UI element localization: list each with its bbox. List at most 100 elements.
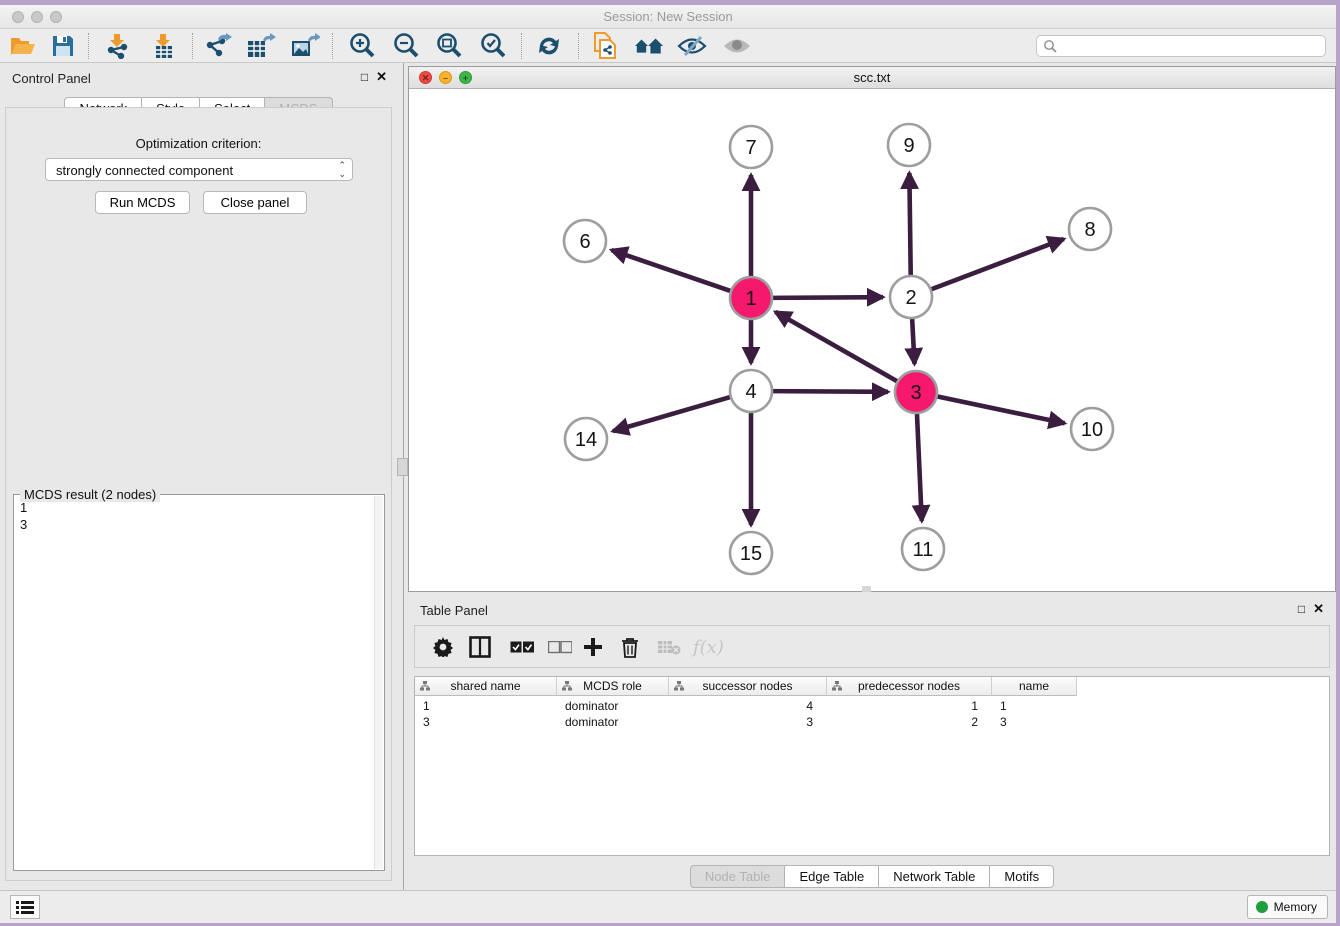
- result-scrollbar[interactable]: [374, 496, 383, 869]
- node-1[interactable]: 1: [730, 277, 772, 319]
- table-cell[interactable]: 3: [415, 714, 557, 730]
- gear-icon[interactable]: [433, 633, 453, 661]
- table-cell[interactable]: 3: [992, 714, 1077, 730]
- zoom-selected-icon[interactable]: [478, 32, 508, 60]
- node-8[interactable]: 8: [1069, 208, 1111, 250]
- network-graph-canvas[interactable]: 7 9 6 8 1 2 4 3 14 10 15 11: [409, 89, 1337, 593]
- node-10[interactable]: 10: [1071, 408, 1113, 450]
- memory-label: Memory: [1274, 900, 1317, 914]
- import-table-icon[interactable]: [148, 32, 178, 60]
- edge-2-3[interactable]: [912, 316, 915, 364]
- dropdown-stepper-icon: ⌃⌄: [338, 161, 346, 179]
- edge-2-9[interactable]: [909, 173, 910, 278]
- memory-button[interactable]: Memory: [1247, 895, 1328, 919]
- zoom-in-icon[interactable]: [347, 32, 377, 60]
- close-table-panel-icon[interactable]: ✕: [1313, 601, 1324, 617]
- edge-1-2[interactable]: [770, 297, 883, 298]
- node-11[interactable]: 11: [902, 528, 944, 570]
- network-view-window: ✕ – + scc.txt 7 9 6 8 1 2 4 3 14 10 15 11: [408, 66, 1336, 592]
- criterion-dropdown-value: strongly connected component: [56, 163, 233, 178]
- tab-edge-table[interactable]: Edge Table: [785, 865, 879, 888]
- column-header-MCDS-role[interactable]: MCDS role: [557, 677, 669, 696]
- export-network-icon[interactable]: [203, 32, 233, 60]
- table-row[interactable]: 1dominator411: [415, 698, 1077, 714]
- canvas-scroll-thumb[interactable]: [862, 586, 871, 592]
- home-icon[interactable]: [634, 32, 664, 60]
- edge-3-11[interactable]: [917, 411, 922, 521]
- edge-2-8[interactable]: [929, 239, 1064, 290]
- close-panel-icon[interactable]: ✕: [376, 69, 387, 85]
- tab-node-table[interactable]: Node Table: [690, 865, 786, 888]
- open-folder-icon[interactable]: [8, 32, 38, 60]
- export-image-icon[interactable]: [290, 32, 320, 60]
- memory-status-icon: [1256, 901, 1268, 913]
- edge-1-6[interactable]: [611, 250, 733, 292]
- run-mcds-button[interactable]: Run MCDS: [95, 191, 190, 214]
- table-cell[interactable]: 1: [992, 698, 1077, 714]
- network-window-titlebar[interactable]: ✕ – + scc.txt: [409, 67, 1335, 89]
- table-cell[interactable]: 1: [415, 698, 557, 714]
- edge-3-1[interactable]: [775, 312, 899, 383]
- node-6[interactable]: 6: [564, 220, 606, 262]
- toolbar-separator: [578, 33, 579, 59]
- node-9[interactable]: 9: [888, 124, 930, 166]
- column-header-name[interactable]: name: [992, 677, 1077, 696]
- node-3[interactable]: 3: [895, 371, 937, 413]
- table-cell[interactable]: 1: [827, 698, 992, 714]
- table-row[interactable]: 3dominator323: [415, 714, 1077, 730]
- column-header-successor-nodes[interactable]: successor nodes: [669, 677, 827, 696]
- criterion-dropdown[interactable]: strongly connected component ⌃⌄: [45, 158, 353, 181]
- import-network-icon[interactable]: [102, 32, 132, 60]
- divider-handle[interactable]: [397, 458, 408, 476]
- float-table-panel-icon[interactable]: □: [1298, 602, 1305, 616]
- refresh-icon[interactable]: [534, 32, 564, 60]
- duplicate-network-icon[interactable]: [590, 32, 620, 60]
- list-icon: [16, 900, 34, 914]
- column-header-shared-name[interactable]: shared name: [415, 677, 557, 696]
- mcds-result-box: MCDS result (2 nodes) 1 3: [13, 494, 385, 871]
- mcds-result-text[interactable]: 1 3: [20, 499, 374, 868]
- task-history-button[interactable]: [10, 895, 40, 919]
- tab-network-table[interactable]: Network Table: [879, 865, 990, 888]
- table-cell[interactable]: dominator: [557, 698, 669, 714]
- control-panel: Control Panel □ ✕ NetworkStyleSelectMCDS…: [0, 63, 397, 890]
- save-icon[interactable]: [48, 32, 78, 60]
- table-cell[interactable]: 4: [669, 698, 827, 714]
- columns-icon[interactable]: [469, 633, 491, 661]
- close-panel-button[interactable]: Close panel: [203, 191, 307, 214]
- float-panel-icon[interactable]: □: [361, 70, 368, 84]
- node-4[interactable]: 4: [730, 370, 772, 412]
- zoom-out-icon[interactable]: [391, 32, 421, 60]
- table-panel: Table Panel □ ✕: [408, 598, 1336, 890]
- column-header-predecessor-nodes[interactable]: predecessor nodes: [827, 677, 992, 696]
- delete-table-icon: [657, 633, 681, 661]
- export-table-icon[interactable]: [246, 32, 276, 60]
- search-input[interactable]: [1063, 37, 1321, 55]
- search-icon: [1043, 39, 1057, 58]
- app-window: Session: New Session: [0, 5, 1336, 923]
- edge-3-10[interactable]: [935, 396, 1065, 423]
- select-all-icon[interactable]: [510, 633, 534, 661]
- tab-motifs[interactable]: Motifs: [990, 865, 1054, 888]
- trash-icon[interactable]: [621, 633, 639, 661]
- node-2[interactable]: 2: [890, 276, 932, 318]
- hide-icon[interactable]: [677, 32, 707, 60]
- edge-4-14[interactable]: [613, 396, 733, 431]
- svg-text:3: 3: [910, 382, 921, 404]
- zoom-fit-icon[interactable]: [434, 32, 464, 60]
- table-tabs: Node TableEdge TableNetwork TableMotifs: [408, 865, 1336, 888]
- table-cell[interactable]: dominator: [557, 714, 669, 730]
- node-14[interactable]: 14: [565, 418, 607, 460]
- table-cell[interactable]: 2: [827, 714, 992, 730]
- status-bar: Memory: [0, 890, 1336, 923]
- control-panel-buttons: □ ✕: [361, 69, 387, 85]
- deselect-all-icon[interactable]: [548, 633, 572, 661]
- function-builder-label: f(x): [693, 637, 724, 658]
- show-icon[interactable]: [722, 32, 752, 60]
- node-7[interactable]: 7: [730, 126, 772, 168]
- node-15[interactable]: 15: [730, 532, 772, 574]
- edge-4-3[interactable]: [770, 391, 888, 392]
- table-cell[interactable]: 3: [669, 714, 827, 730]
- search-field[interactable]: [1036, 35, 1326, 57]
- add-column-icon[interactable]: [583, 633, 603, 661]
